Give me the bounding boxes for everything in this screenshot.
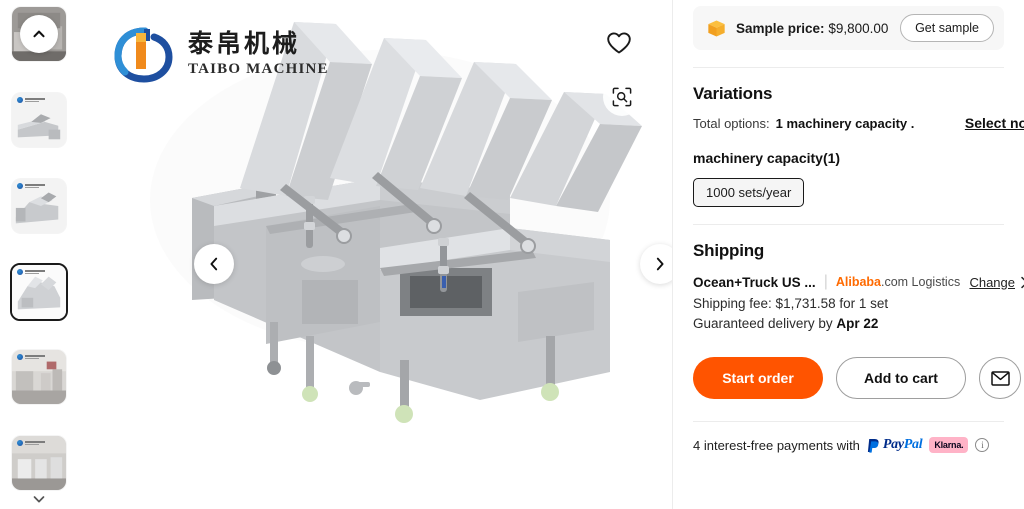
add-to-cart-button[interactable]: Add to cart <box>836 357 966 399</box>
thumbnail-scroll-up-button[interactable] <box>20 15 58 53</box>
heart-icon <box>607 32 631 54</box>
image-zoom-button[interactable] <box>603 78 641 116</box>
divider-after-sample <box>693 67 1004 68</box>
paypal-word-pal: Pal <box>903 437 923 452</box>
thumbnail-scroll-down-button[interactable] <box>23 483 55 509</box>
thumbnail-watermark-2 <box>17 97 45 103</box>
delivery-date: Apr 22 <box>836 316 879 331</box>
payment-text: 4 interest-free payments with <box>693 437 860 453</box>
image-zoom-icon <box>612 87 632 107</box>
shipping-title: Shipping <box>693 241 765 260</box>
paypal-wordmark: PayPal <box>882 437 923 453</box>
total-options-value: 1 machinery capacity . <box>775 116 915 131</box>
change-shipping-button[interactable]: Change <box>969 275 1024 290</box>
contact-supplier-button[interactable] <box>979 357 1021 399</box>
thumbnail-item-3[interactable] <box>11 178 67 234</box>
sample-price-label: Sample price: <box>736 20 825 36</box>
variation-options: 1000 sets/year <box>693 166 1024 207</box>
start-order-button[interactable]: Start order <box>693 357 823 399</box>
sample-price-text: Sample price: $9,800.00 <box>736 21 890 36</box>
payment-options-row: 4 interest-free payments with PayPal Kla… <box>693 437 1024 453</box>
sample-price-box: Sample price: $9,800.00 Get sample <box>693 6 1004 50</box>
chevron-right-icon <box>656 257 664 271</box>
product-image-gallery[interactable]: 泰帛机械 TAIBO MACHINE <box>80 0 672 509</box>
thumbnail-watermark-4 <box>17 269 45 275</box>
thumbnail-watermark-5 <box>17 354 45 360</box>
thumbnail-item-5[interactable] <box>11 349 67 405</box>
wishlist-button[interactable] <box>604 28 634 58</box>
variation-group-name: machinery capacity(1) <box>693 150 841 166</box>
envelope-icon <box>990 370 1010 386</box>
brand-name-cn: 泰帛机械 <box>188 29 301 58</box>
gallery-stage: 泰帛机械 TAIBO MACHINE <box>80 0 672 509</box>
chevron-up-icon <box>33 30 45 38</box>
thumbnail-rail <box>0 0 80 509</box>
divider-before-payment <box>693 421 1004 422</box>
product-brand-watermark: 泰帛机械 TAIBO MACHINE <box>114 25 329 83</box>
thumbnail-item-2[interactable] <box>11 92 67 148</box>
alibaba-brand-text: Alibaba <box>835 275 881 289</box>
total-options-label: Total options: <box>693 116 770 131</box>
payment-info-icon[interactable]: i <box>975 438 990 452</box>
paypal-icon <box>867 438 879 453</box>
paypal-logo: PayPal <box>867 437 923 453</box>
total-options-row: Total options: 1 machinery capacity . Se… <box>693 115 1024 131</box>
logistics-suffix-text: .com Logistics <box>881 275 961 289</box>
chevron-left-icon <box>210 257 218 271</box>
shipping-method-row: Ocean+Truck US ... | Alibaba.com Logisti… <box>693 273 1024 291</box>
gallery-next-button[interactable] <box>640 244 672 284</box>
sample-price-value: $9,800.00 <box>828 20 889 36</box>
thumbnail-watermark-3 <box>17 183 45 189</box>
guaranteed-delivery: Guaranteed delivery by Apr 22 <box>693 316 1024 331</box>
delivery-prefix: Guaranteed delivery by <box>693 316 833 331</box>
variations-title: Variations <box>693 84 773 103</box>
logistics-provider: Alibaba.com Logistics <box>836 275 960 289</box>
get-sample-button[interactable]: Get sample <box>900 14 994 42</box>
klarna-badge: Klarna. <box>929 437 969 453</box>
package-box-icon <box>708 20 725 36</box>
divider-after-variations <box>693 224 1004 225</box>
select-now-link[interactable]: Select now <box>965 115 1024 131</box>
variation-option-1[interactable]: 1000 sets/year <box>693 178 805 207</box>
chevron-down-icon <box>33 496 45 503</box>
paypal-word-pay: Pay <box>882 437 904 452</box>
action-buttons-row: Start order Add to cart <box>693 357 1024 399</box>
change-shipping-label: Change <box>969 274 1015 290</box>
taibo-logo-icon <box>114 27 173 83</box>
shipping-separator: | <box>823 273 828 290</box>
product-detail-page: 泰帛机械 TAIBO MACHINE Sample price: $9,800.… <box>0 0 1024 509</box>
shipping-fee: Shipping fee: $1,731.58 for 1 set <box>693 296 889 311</box>
thumbnail-item-4[interactable] <box>10 263 68 321</box>
thumbnail-watermark-6 <box>17 440 45 446</box>
brand-name-en: TAIBO MACHINE <box>188 61 329 77</box>
gallery-prev-button[interactable] <box>194 244 234 284</box>
chevron-right-icon <box>1021 276 1024 288</box>
shipping-method: Ocean+Truck US ... <box>693 274 816 290</box>
purchase-panel: Sample price: $9,800.00 Get sample Varia… <box>672 0 1024 509</box>
